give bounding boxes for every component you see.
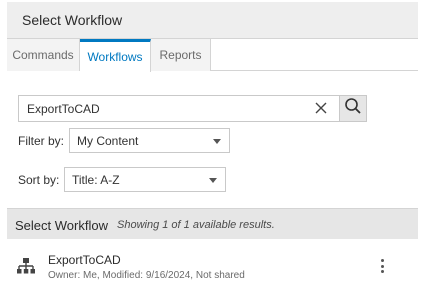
filter-label: Filter by: — [18, 134, 65, 148]
dialog-header: Select Workflow — [7, 2, 418, 39]
sort-select[interactable]: Title: A-Z — [64, 167, 226, 192]
sort-selected-value: Title: A-Z — [72, 172, 120, 187]
tab-reports[interactable]: Reports — [151, 39, 211, 71]
chevron-down-icon — [213, 139, 221, 144]
search-icon — [344, 97, 362, 120]
item-meta: Owner: Me, Modified: 9/16/2024, Not shar… — [48, 270, 245, 281]
more-options-icon[interactable] — [376, 256, 388, 276]
list-item[interactable]: ExportToCAD Owner: Me, Modified: 9/16/20… — [7, 245, 418, 285]
filter-select[interactable]: My Content — [69, 128, 230, 153]
search-box — [18, 95, 367, 122]
tab-bar: Commands Workflows Reports — [7, 39, 418, 72]
filter-selected-value: My Content — [77, 133, 139, 148]
tab-workflows[interactable]: Workflows — [80, 39, 151, 72]
dialog-title: Select Workflow — [22, 12, 123, 28]
search-input[interactable] — [19, 96, 329, 121]
results-title: Select Workflow — [15, 218, 108, 233]
results-header: Select Workflow Showing 1 of 1 available… — [7, 208, 418, 239]
chevron-down-icon — [209, 178, 217, 183]
item-title: ExportToCAD — [48, 253, 121, 267]
workflow-icon — [16, 256, 36, 276]
tab-commands[interactable]: Commands — [7, 39, 80, 71]
close-icon[interactable] — [314, 101, 328, 115]
search-button[interactable] — [339, 95, 367, 122]
results-count: Showing 1 of 1 available results. — [117, 219, 275, 231]
sort-label: Sort by: — [18, 173, 60, 187]
